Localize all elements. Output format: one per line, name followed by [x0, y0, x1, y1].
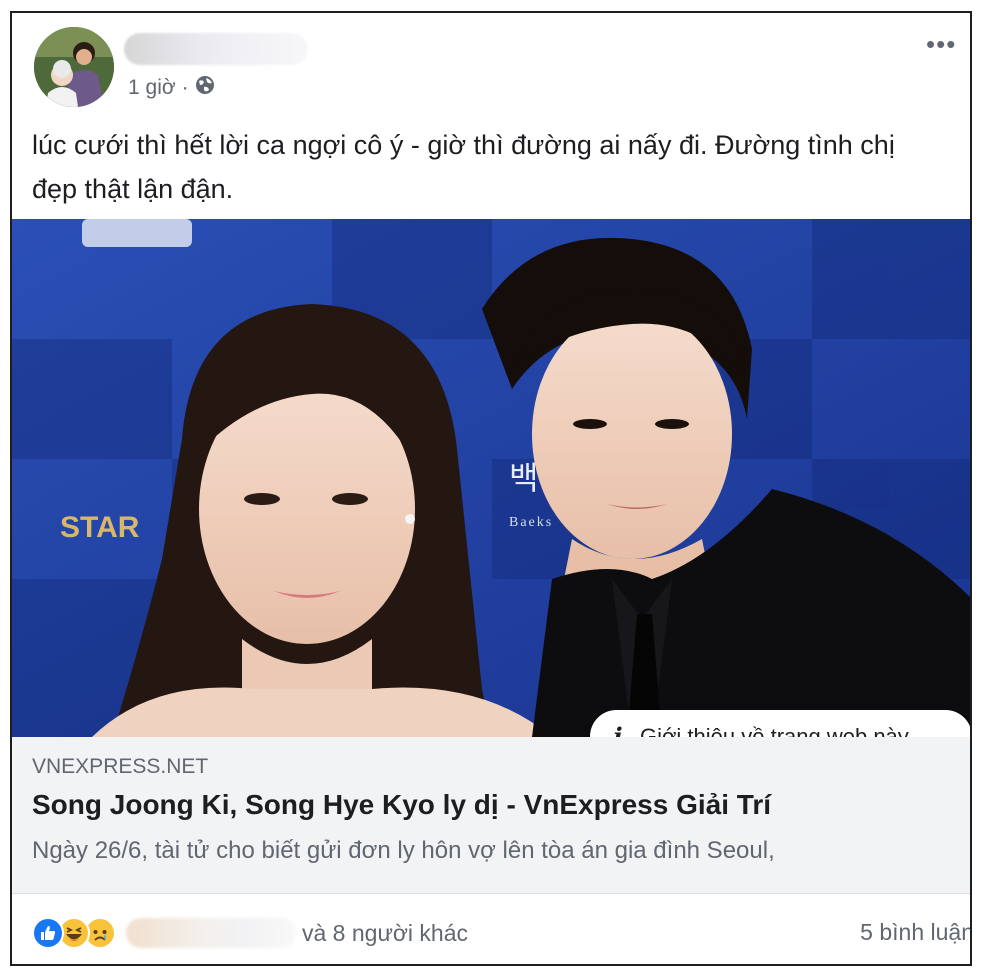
- reactions-others-text[interactable]: và 8 người khác: [302, 920, 468, 947]
- post-meta: 1 giờ ·: [128, 75, 215, 101]
- reactor-names-redacted: [126, 918, 296, 948]
- link-domain: VNEXPRESS.NET: [32, 755, 209, 778]
- more-options-button[interactable]: •••: [926, 29, 970, 59]
- link-preview-image[interactable]: STAR 백 상 Baeks: [12, 219, 970, 737]
- link-description: Ngày 26/6, tài tử cho biết gửi đơn ly hô…: [32, 837, 775, 864]
- like-icon: [32, 917, 64, 949]
- avatar[interactable]: [34, 27, 114, 107]
- link-title[interactable]: Song Joong Ki, Song Hye Kyo ly dị - VnEx…: [32, 789, 771, 821]
- backdrop-brand-text: Baeks: [509, 515, 553, 530]
- comments-count[interactable]: 5 bình luận: [860, 919, 970, 946]
- post-text: lúc cưới thì hết lời ca ngợi cô ý - giờ …: [32, 123, 952, 211]
- post-card: 1 giờ · ••• lúc cưới thì hết lời ca ngợi…: [10, 11, 972, 966]
- couple-photo: STAR 백 상 Baeks: [12, 219, 970, 737]
- post-text-line: đẹp thật lận đận.: [32, 174, 234, 204]
- globe-icon[interactable]: [195, 75, 215, 101]
- avatar-photo: [34, 27, 114, 107]
- meta-separator: ·: [181, 76, 189, 99]
- reactions-summary[interactable]: và 8 người khác: [32, 917, 468, 949]
- backdrop-star-text: STAR: [60, 511, 140, 544]
- post-text-line: lúc cưới thì hết lời ca ngợi cô ý - giờ …: [32, 130, 895, 160]
- link-preview-box[interactable]: VNEXPRESS.NET Song Joong Ki, Song Hye Ky…: [12, 737, 970, 894]
- post-time[interactable]: 1 giờ: [128, 76, 176, 100]
- author-name-redacted[interactable]: [124, 33, 308, 65]
